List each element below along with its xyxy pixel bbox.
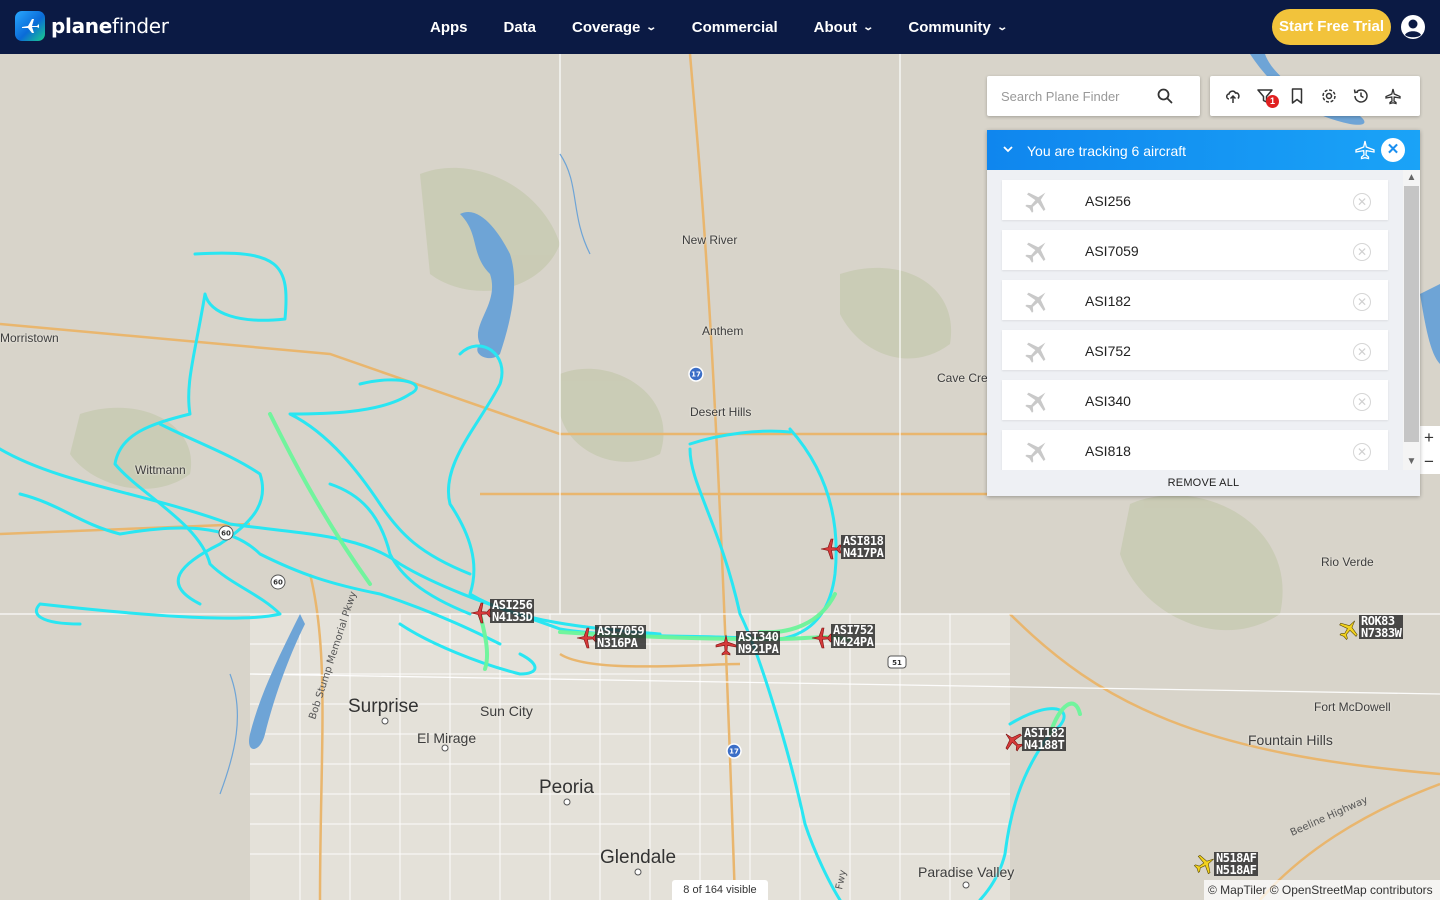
chevron-down-icon[interactable] <box>1001 142 1015 156</box>
tracked-callsign: ASI182 <box>1085 293 1131 309</box>
place-label: Desert Hills <box>690 405 752 419</box>
aircraft-label[interactable]: ROK83 N7383W <box>1359 615 1404 639</box>
search-icon[interactable] <box>1157 88 1173 104</box>
remove-icon[interactable]: ✕ <box>1353 193 1371 211</box>
tracked-aircraft-item[interactable]: ASI7059 ✕ <box>1002 230 1388 270</box>
shield-label: 17 <box>729 748 739 756</box>
start-free-trial-button[interactable]: Start Free Trial <box>1272 9 1391 45</box>
aircraft-label[interactable]: ASI256 N4133D <box>490 599 535 623</box>
tracked-aircraft-item[interactable]: ASI182 ✕ <box>1002 280 1388 320</box>
place-label: Glendale <box>600 847 677 868</box>
bookmark-icon[interactable] <box>1288 87 1306 105</box>
place-label: Sun City <box>480 703 533 719</box>
tracked-callsign: ASI7059 <box>1085 243 1139 259</box>
tracked-aircraft-item[interactable]: ASI340 ✕ <box>1002 380 1388 420</box>
3d-view-icon[interactable] <box>1384 87 1402 105</box>
scroll-up-icon[interactable]: ▲ <box>1403 170 1420 186</box>
zoom-out-button[interactable]: − <box>1418 450 1440 474</box>
place-label: Paradise Valley <box>918 864 1015 880</box>
tracking-panel: You are tracking 6 aircraft ✕ ASI256 ✕ A… <box>987 130 1420 496</box>
map-attribution[interactable]: © MapTiler © OpenStreetMap contributors <box>1204 880 1440 900</box>
main-nav: Apps Data Coverage ⌄ Commercial About ⌄ Co… <box>430 0 1042 54</box>
tracked-aircraft-icon[interactable] <box>470 602 492 624</box>
tracked-aircraft-icon[interactable] <box>715 634 737 656</box>
planefinder-logo[interactable]: planefinder <box>15 11 169 41</box>
plane-outline-icon[interactable] <box>1355 140 1375 160</box>
cloud-upload-icon[interactable] <box>1224 87 1242 105</box>
remove-icon[interactable]: ✕ <box>1353 243 1371 261</box>
place-label: Wittmann <box>135 463 186 477</box>
shield-label: 17 <box>691 371 701 379</box>
zoom-control: + − <box>1418 426 1440 474</box>
top-navigation-bar: planefinder Apps Data Coverage ⌄ Commerci… <box>0 0 1440 54</box>
place-label: Peoria <box>539 777 594 798</box>
place-label: Anthem <box>702 324 744 338</box>
tracking-panel-header: You are tracking 6 aircraft ✕ <box>987 130 1420 170</box>
tracked-callsign: ASI752 <box>1085 343 1131 359</box>
nav-about[interactable]: About ⌄ <box>814 19 875 36</box>
place-label: Fort McDowell <box>1314 700 1391 714</box>
scrollbar-thumb[interactable] <box>1404 186 1419 442</box>
tracked-callsign: ASI340 <box>1085 393 1131 409</box>
remove-icon[interactable]: ✕ <box>1353 393 1371 411</box>
settings-icon[interactable] <box>1320 87 1338 105</box>
filter-count-badge: 1 <box>1266 95 1279 108</box>
aircraft-label[interactable]: ASI182 N4188T <box>1022 727 1067 751</box>
aircraft-label[interactable]: N518AF N518AF <box>1214 852 1259 876</box>
remove-icon[interactable]: ✕ <box>1353 343 1371 361</box>
remove-all-button[interactable]: REMOVE ALL <box>987 470 1420 496</box>
aircraft-label[interactable]: ASI752 N424PA <box>831 624 876 648</box>
plane-icon <box>1025 442 1046 463</box>
place-label: Fountain Hills <box>1248 732 1333 748</box>
tracked-aircraft-item[interactable]: ASI256 ✕ <box>1002 180 1388 220</box>
tracking-title: You are tracking 6 aircraft <box>1027 143 1187 159</box>
plane-icon <box>1025 292 1046 313</box>
logo-wordmark: planefinder <box>51 14 169 38</box>
aircraft-label[interactable]: ASI818 N417PA <box>841 535 886 559</box>
shield-label: 51 <box>892 659 902 667</box>
zoom-in-button[interactable]: + <box>1418 426 1440 450</box>
tracking-list-scrollbar[interactable]: ▲ ▼ <box>1403 170 1420 470</box>
user-account-icon[interactable] <box>1400 14 1426 40</box>
tracked-aircraft-item[interactable]: ASI818 ✕ <box>1002 430 1388 470</box>
tracked-callsign: ASI818 <box>1085 443 1131 459</box>
visible-aircraft-count: 8 of 164 visible <box>672 880 768 900</box>
place-label: Surprise <box>348 696 419 717</box>
tracked-aircraft-icon[interactable] <box>811 627 833 649</box>
search-input[interactable] <box>1001 86 1161 106</box>
chevron-down-icon: ⌄ <box>862 21 875 33</box>
search-bar <box>987 76 1200 116</box>
plane-icon <box>1025 392 1046 413</box>
nav-community[interactable]: Community ⌄ <box>908 19 1008 36</box>
plane-icon <box>1025 342 1046 363</box>
logo-plane-icon <box>15 11 45 41</box>
scroll-down-icon[interactable]: ▼ <box>1403 454 1420 470</box>
filter-icon[interactable]: 1 <box>1256 87 1279 108</box>
close-tracking-button[interactable]: ✕ <box>1381 138 1405 162</box>
shield-label: 60 <box>221 530 231 538</box>
tracked-aircraft-icon[interactable] <box>820 538 842 560</box>
remove-icon[interactable]: ✕ <box>1353 293 1371 311</box>
tracked-callsign: ASI256 <box>1085 193 1131 209</box>
plane-icon <box>1025 242 1046 263</box>
nav-commercial[interactable]: Commercial <box>692 19 778 36</box>
remove-icon[interactable]: ✕ <box>1353 443 1371 461</box>
nav-data[interactable]: Data <box>504 19 537 36</box>
tracked-aircraft-list: ASI256 ✕ ASI7059 ✕ ASI182 ✕ ASI752 ✕ ASI… <box>987 170 1403 470</box>
aircraft-label[interactable]: ASI7059 N316PA <box>595 625 647 649</box>
history-icon[interactable] <box>1352 87 1370 105</box>
tracked-aircraft-item[interactable]: ASI752 ✕ <box>1002 330 1388 370</box>
shield-label: 60 <box>273 579 283 587</box>
place-label: Morristown <box>0 331 59 345</box>
plane-icon <box>1025 192 1046 213</box>
chevron-down-icon: ⌄ <box>996 21 1008 33</box>
place-label: New River <box>682 233 738 247</box>
place-label: El Mirage <box>417 730 477 746</box>
map-toolbar: 1 <box>1210 76 1420 116</box>
place-label: Rio Verde <box>1321 555 1374 569</box>
nav-coverage[interactable]: Coverage ⌄ <box>572 19 658 36</box>
aircraft-label[interactable]: ASI340 N921PA <box>736 631 781 655</box>
nav-apps[interactable]: Apps <box>430 19 468 36</box>
chevron-down-icon: ⌄ <box>645 21 658 33</box>
